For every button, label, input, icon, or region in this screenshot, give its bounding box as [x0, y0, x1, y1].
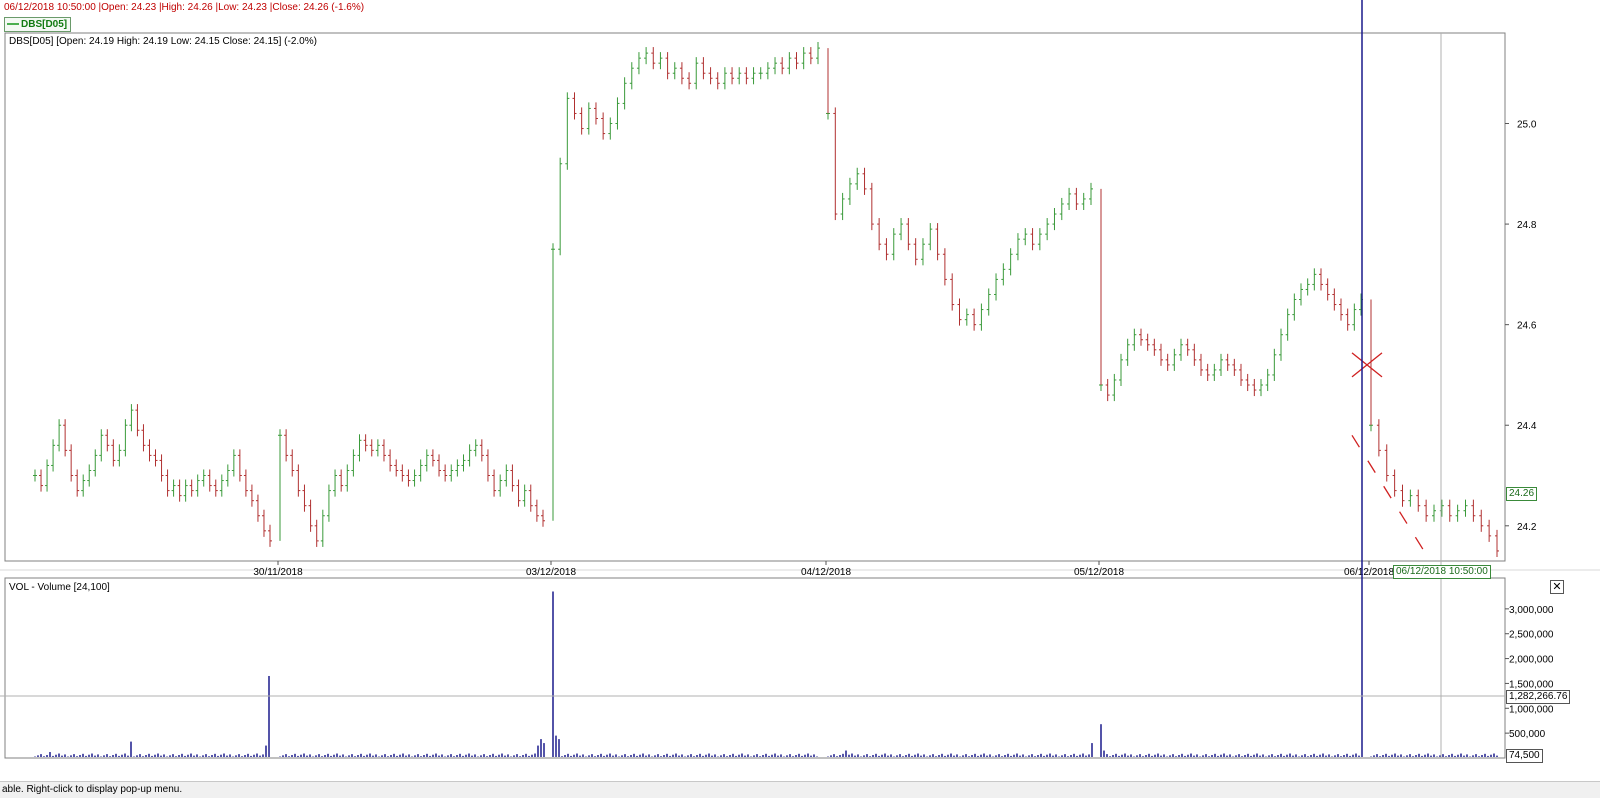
- volume-bars: [34, 0, 1498, 757]
- volume-tick-label: 1,000,000: [1509, 704, 1554, 715]
- status-bar: able. Right-click to display pop-up menu…: [0, 781, 1600, 798]
- date-tick-label: 30/11/2018: [253, 567, 303, 578]
- volume-tick-label: 2,000,000: [1509, 655, 1554, 666]
- volume-tick-label: 2,500,000: [1509, 630, 1554, 641]
- dashed-trend-annotation: [1351, 434, 1425, 552]
- volume-panel-title: VOL - Volume [24,100]: [9, 582, 110, 593]
- last-price-label: 24.26: [1506, 487, 1538, 501]
- price-tick-label: 24.4: [1517, 421, 1537, 432]
- price-y-axis: 24.2 24.4 24.6 24.8 25.0: [1505, 120, 1537, 533]
- date-tick-label: 03/12/2018: [526, 567, 576, 578]
- last-volume-label: 74,500: [1506, 749, 1543, 763]
- date-tick-label: 05/12/2018: [1074, 567, 1124, 578]
- volume-panel-close-button[interactable]: ✕: [1550, 580, 1564, 594]
- crosshair-time-label: 06/12/2018 10:50:00: [1393, 565, 1491, 579]
- price-tick-label: 24.6: [1517, 321, 1537, 332]
- volume-tick-label: 1,500,000: [1509, 679, 1554, 690]
- price-tick-label: 24.2: [1517, 522, 1537, 533]
- panel-frames: [0, 32, 1600, 759]
- chart-canvas[interactable]: 24.2 24.4 24.6 24.8 25.0 30/11/2018 03/12/201…: [0, 0, 1600, 781]
- price-tick-label: 25.0: [1517, 120, 1537, 131]
- crosshair: [0, 33, 1505, 758]
- price-ohlc-readout: DBS[D05] [Open: 24.19 High: 24.19 Low: 2…: [9, 36, 317, 47]
- price-tick-label: 24.8: [1517, 220, 1537, 231]
- crosshair-volume-label: 1,282,266.76: [1506, 690, 1571, 704]
- price-panel-frame: [4, 32, 1506, 562]
- date-tick-label: 04/12/2018: [801, 567, 851, 578]
- price-ohlc-bars: [33, 42, 1499, 557]
- volume-tick-label: 3,000,000: [1509, 605, 1554, 616]
- volume-y-axis: 500,000 1,000,000 1,500,000 2,000,000 2,500,…: [1505, 605, 1554, 740]
- volume-panel-frame: [4, 577, 1506, 759]
- trend-annotations[interactable]: [1351, 352, 1425, 552]
- date-tick-label: 06/12/2018: [1344, 567, 1394, 578]
- volume-tick-label: 500,000: [1509, 729, 1546, 740]
